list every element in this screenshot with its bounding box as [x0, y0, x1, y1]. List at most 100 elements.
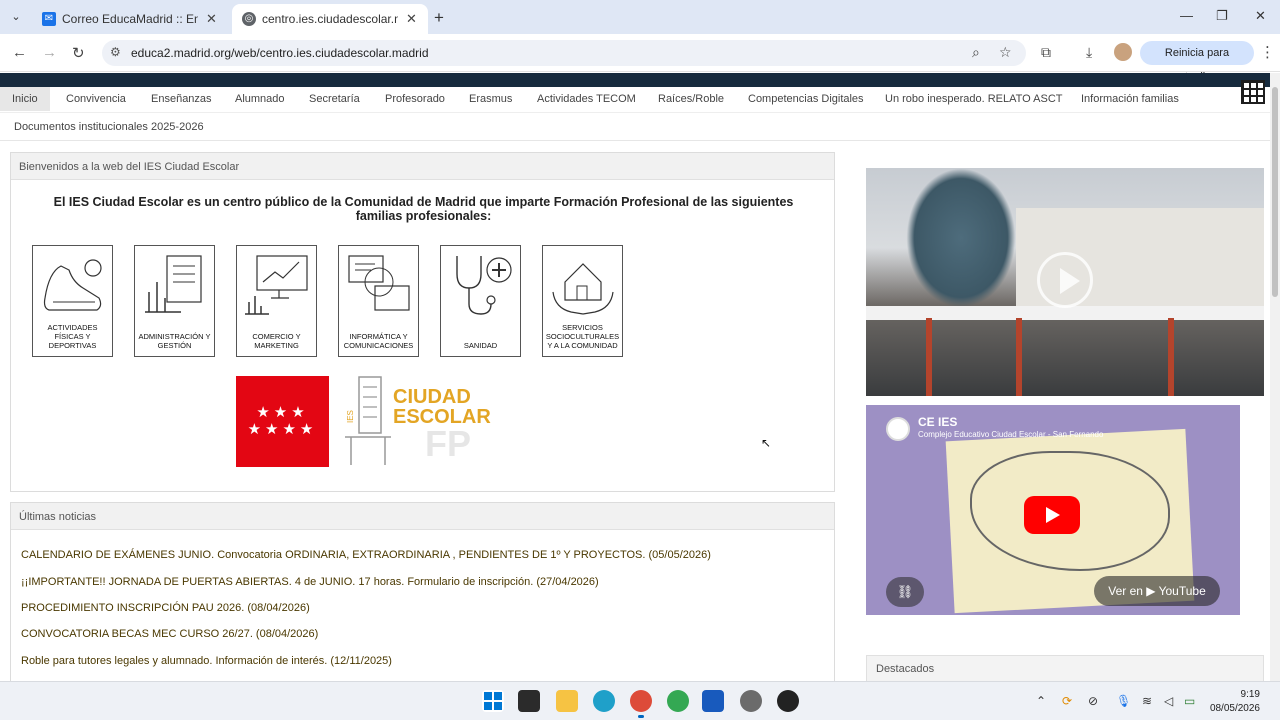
- browser-toolbar: ← → ↻ ⚙ educa2.madrid.org/web/centro.ies…: [0, 34, 1280, 83]
- channel-avatar[interactable]: [886, 417, 910, 441]
- wifi-icon[interactable]: ≋: [1142, 694, 1152, 708]
- sneaker-ball-icon: [43, 259, 102, 311]
- file-explorer-icon[interactable]: [556, 690, 578, 712]
- site-top-bar: [0, 73, 1280, 87]
- document-chart-icon: [145, 255, 202, 313]
- close-icon[interactable]: ✕: [406, 11, 417, 27]
- nav-convivencia[interactable]: Convivencia: [66, 93, 126, 105]
- browser-tab-bar: ⌄ ✉ Correo EducaMadrid :: Entrada ✕ ◎ ce…: [0, 0, 1280, 34]
- nav-profesorado[interactable]: Profesorado: [385, 93, 445, 105]
- site-info-icon[interactable]: ⚙: [110, 45, 121, 59]
- system-clock[interactable]: 9:19 08/05/2026: [1200, 688, 1260, 716]
- apps-grid-icon[interactable]: [1241, 80, 1265, 104]
- news-item[interactable]: PROCEDIMIENTO INSCRIPCIÓN PAU 2026. (08/…: [21, 602, 310, 614]
- update-button[interactable]: Reinicia para actualizar: [1140, 41, 1254, 83]
- news-panel: Últimas noticias CALENDARIO DE EXÁMENES …: [10, 502, 835, 692]
- new-tab-icon[interactable]: +: [434, 8, 444, 28]
- news-item[interactable]: CONVOCATORIA BECAS MEC CURSO 26/27. (08/…: [21, 628, 318, 640]
- microphone-icon[interactable]: 🎙: [1116, 694, 1131, 708]
- kebab-icon[interactable]: ⋮: [1260, 43, 1275, 61]
- scrollbar-thumb[interactable]: [1272, 87, 1278, 297]
- word-icon[interactable]: [702, 690, 724, 712]
- welcome-heading: Bienvenidos a la web del IES Ciudad Esco…: [11, 153, 834, 180]
- youtube-play-icon[interactable]: [1024, 496, 1080, 534]
- settings-icon[interactable]: [740, 690, 762, 712]
- nav-raices-roble[interactable]: Raíces/Roble: [658, 93, 724, 105]
- mail-icon: ✉: [42, 12, 56, 26]
- forward-icon[interactable]: →: [42, 44, 57, 61]
- family-card-comercio[interactable]: COMERCIO Y MARKETING: [236, 245, 317, 357]
- address-bar[interactable]: ⚙ educa2.madrid.org/web/centro.ies.ciuda…: [102, 40, 1026, 66]
- family-card-servicios[interactable]: SERVICIOS SOCIOCULTURALES Y A LA COMUNID…: [542, 245, 623, 357]
- task-view-icon[interactable]: [518, 690, 540, 712]
- back-icon[interactable]: ←: [12, 44, 27, 61]
- youtube-embed[interactable]: CE IES Complejo Educativo Ciudad Escolar…: [866, 405, 1240, 615]
- chrome-profile-icon[interactable]: [667, 690, 689, 712]
- chevron-up-icon[interactable]: ⌃: [1036, 694, 1046, 708]
- family-card-informatica[interactable]: INFORMÁTICA Y COMUNICACIONES: [338, 245, 419, 357]
- app-icon[interactable]: [777, 690, 799, 712]
- family-label: SERVICIOS SOCIOCULTURALES Y A LA COMUNID…: [545, 323, 620, 350]
- divider: [0, 140, 1270, 141]
- svg-text:IES: IES: [346, 410, 355, 423]
- family-label: COMERCIO Y MARKETING: [252, 332, 301, 350]
- site-nav: Inicio Convivencia Enseñanzas Alumnado S…: [0, 87, 1270, 113]
- star-icon[interactable]: ☆: [999, 44, 1012, 61]
- nav-erasmus[interactable]: Erasmus: [469, 93, 512, 105]
- family-label: INFORMÁTICA Y COMUNICACIONES: [343, 332, 414, 350]
- nav-actividades-tecom[interactable]: Actividades TECOM: [537, 93, 636, 105]
- window-close-icon[interactable]: ✕: [1255, 8, 1266, 24]
- close-icon[interactable]: ✕: [206, 11, 217, 27]
- logo-name: CIUDAD ESCOLAR: [393, 386, 491, 428]
- family-card-deportivas[interactable]: ACTIVIDADES FÍSICAS Y DEPORTIVAS: [32, 245, 113, 357]
- family-label: ACTIVIDADES FÍSICAS Y DEPORTIVAS: [47, 323, 98, 350]
- zoom-icon[interactable]: ⌕: [972, 44, 980, 61]
- network-off-icon[interactable]: ⊘: [1088, 694, 1098, 708]
- school-building-icon: IES: [345, 376, 391, 465]
- play-icon[interactable]: [1037, 252, 1093, 308]
- battery-icon[interactable]: ▭: [1184, 694, 1195, 708]
- tab-centro[interactable]: ◎ centro.ies.ciudadescolar.madrid ✕: [232, 4, 428, 34]
- video-player-1[interactable]: [866, 168, 1264, 396]
- download-icon[interactable]: ⤓: [1086, 44, 1092, 61]
- nav-relato-asct[interactable]: Un robo inesperado. RELATO ASCT: [885, 93, 1063, 105]
- nav-ensenanzas[interactable]: Enseñanzas: [151, 93, 212, 105]
- welcome-intro: El IES Ciudad Escolar es un centro públi…: [53, 195, 794, 223]
- stethoscope-icon: [456, 256, 512, 315]
- family-card-administracion[interactable]: ADMINISTRACIÓN Y GESTIÓN: [134, 245, 215, 357]
- volume-icon[interactable]: ◁: [1164, 694, 1173, 708]
- logo-fp: FP: [425, 423, 472, 464]
- destacados-heading: Destacados: [876, 663, 935, 675]
- family-card-sanidad[interactable]: SANIDAD: [440, 245, 521, 357]
- reload-icon[interactable]: ↻: [72, 44, 85, 62]
- nav-informacion-familias[interactable]: Información familias: [1081, 93, 1179, 105]
- clock-time: 9:19: [1240, 689, 1260, 700]
- chrome-icon[interactable]: [630, 690, 652, 718]
- news-item[interactable]: CALENDARIO DE EXÁMENES JUNIO. Convocator…: [21, 549, 711, 561]
- news-item[interactable]: ¡¡IMPORTANTE!! JORNADA DE PUERTAS ABIERT…: [21, 576, 599, 588]
- start-icon[interactable]: [482, 690, 504, 712]
- tab-search-icon[interactable]: ⌄: [6, 8, 26, 26]
- welcome-panel: Bienvenidos a la web del IES Ciudad Esco…: [10, 152, 835, 492]
- profile-avatar[interactable]: [1114, 43, 1132, 61]
- nav-secretaria[interactable]: Secretaría: [309, 93, 360, 105]
- family-label: SANIDAD: [463, 341, 498, 350]
- channel-subtitle: Complejo Educativo Ciudad Escolar - San …: [918, 430, 1104, 439]
- sync-icon[interactable]: ⟳: [1062, 694, 1072, 708]
- nav-competencias-digitales[interactable]: Competencias Digitales: [748, 93, 864, 105]
- channel-name[interactable]: CE IES: [918, 415, 957, 429]
- nav-inicio[interactable]: Inicio: [0, 87, 50, 111]
- minimize-icon[interactable]: —: [1180, 8, 1193, 23]
- page-scrollbar[interactable]: [1270, 73, 1280, 681]
- nav-documentos-institucionales[interactable]: Documentos institucionales 2025-2026: [14, 121, 204, 133]
- edge-icon[interactable]: [593, 690, 615, 712]
- news-item[interactable]: Roble para tutores legales y alumnado. I…: [21, 655, 392, 667]
- ies-ciudad-escolar-logo: IES CIUDAD ESCOLAR FP: [341, 373, 491, 469]
- comunidad-madrid-logo: ★★★ ★★★★: [236, 376, 329, 467]
- restore-icon[interactable]: ❐: [1216, 8, 1228, 24]
- tab-correo[interactable]: ✉ Correo EducaMadrid :: Entrada ✕: [32, 4, 228, 34]
- link-icon[interactable]: ⛓: [886, 577, 924, 607]
- extensions-icon[interactable]: ⧉: [1041, 44, 1051, 61]
- watch-on-youtube-button[interactable]: Ver en ▶ YouTube: [1094, 576, 1220, 606]
- nav-alumnado[interactable]: Alumnado: [235, 93, 285, 105]
